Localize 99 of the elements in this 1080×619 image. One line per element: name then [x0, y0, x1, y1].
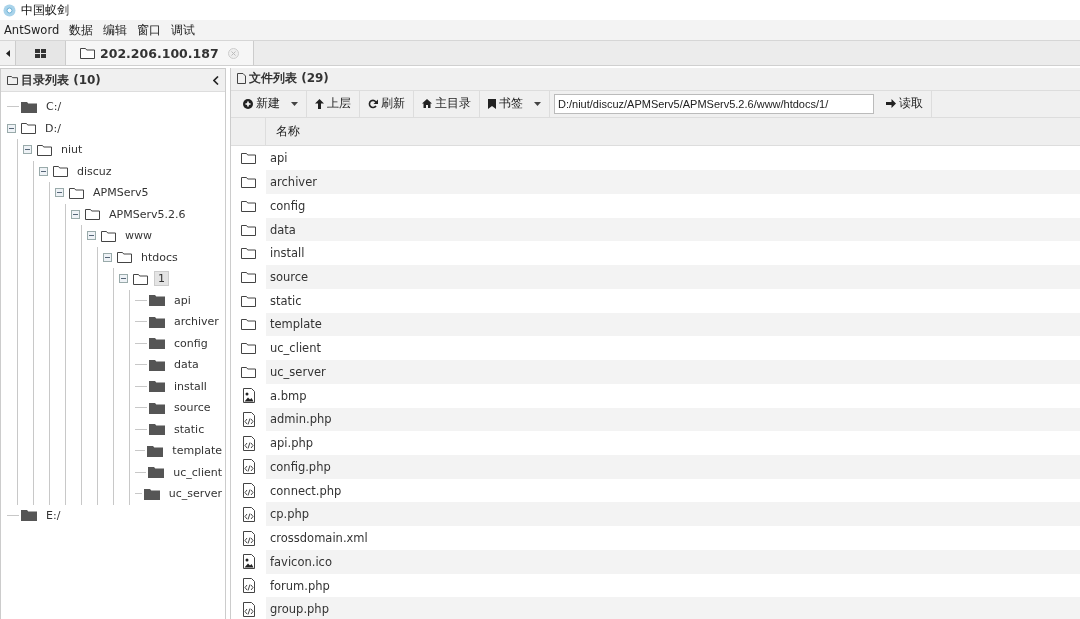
collapse-toggle-icon[interactable] — [39, 166, 48, 176]
file-name[interactable]: template — [270, 317, 322, 332]
file-name[interactable]: uc_client — [270, 341, 321, 356]
code-file-icon — [242, 435, 255, 451]
read-button[interactable]: 读取 — [878, 90, 932, 117]
bookmark-icon — [488, 98, 496, 109]
file-name[interactable]: api — [270, 151, 288, 166]
tree-item[interactable]: C:/ — [43, 100, 65, 114]
folder-icon — [241, 342, 256, 355]
file-name[interactable]: config.php — [270, 459, 331, 474]
tree-item[interactable]: niut — [58, 143, 86, 157]
file-name[interactable]: static — [270, 293, 302, 308]
image-file-icon — [242, 388, 255, 404]
file-name[interactable]: config — [270, 198, 306, 213]
tree-item[interactable]: discuz — [74, 164, 115, 178]
plus-circle-icon — [243, 98, 253, 109]
collapse-chevron-icon[interactable] — [213, 75, 219, 85]
shell-tab[interactable]: 202.206.100.187 — [66, 41, 254, 65]
scroll-left-button[interactable] — [0, 41, 16, 65]
tree-item[interactable]: E:/ — [43, 508, 64, 522]
folder-icon — [241, 152, 256, 165]
right-arrow-icon — [886, 99, 896, 109]
file-name[interactable]: api.php — [270, 436, 314, 451]
file-name[interactable]: archiver — [270, 175, 317, 190]
column-header[interactable]: 名称 — [266, 117, 300, 146]
tree-item[interactable]: source — [171, 401, 214, 415]
panel-title: 文件列表 (29) — [249, 70, 329, 88]
code-file-icon — [242, 506, 255, 522]
folder-icon — [241, 365, 256, 378]
menu-item[interactable]: 调试 — [171, 22, 196, 38]
file-name[interactable]: favicon.ico — [270, 554, 332, 569]
panel-title: 目录列表 (10) — [21, 71, 101, 89]
code-file-icon — [242, 411, 255, 427]
tree-item[interactable]: config — [171, 336, 211, 350]
tree-item[interactable]: 1 — [154, 271, 169, 287]
code-file-icon — [242, 483, 255, 499]
collapse-toggle-icon[interactable] — [23, 145, 32, 155]
toolbar-button[interactable]: 新建 — [235, 90, 307, 117]
file-name[interactable]: a.bmp — [270, 388, 307, 403]
file-name[interactable]: cp.php — [270, 507, 310, 522]
menu-item[interactable]: 窗口 — [137, 22, 162, 38]
code-file-icon — [242, 578, 255, 593]
collapse-toggle-icon[interactable] — [119, 274, 128, 284]
left-caret-icon — [5, 49, 10, 57]
menu-item[interactable]: AntSword — [4, 23, 60, 37]
file-name[interactable]: uc_server — [270, 364, 326, 379]
tree-item[interactable]: uc_client — [170, 465, 225, 479]
tree-item[interactable]: uc_server — [165, 487, 225, 501]
folder-icon — [80, 47, 95, 59]
tree-item[interactable]: static — [171, 422, 208, 436]
home-tab[interactable] — [16, 41, 66, 65]
code-file-icon — [242, 459, 255, 475]
file-name[interactable]: connect.php — [270, 483, 342, 498]
tree-item[interactable]: D:/ — [42, 121, 64, 135]
collapse-toggle-icon[interactable] — [71, 209, 80, 219]
collapse-toggle-icon[interactable] — [103, 252, 112, 262]
folder-icon — [241, 318, 256, 331]
tree-item[interactable]: archiver — [171, 315, 222, 329]
toolbar-button[interactable]: 刷新 — [360, 90, 414, 117]
folder-icon — [241, 294, 256, 307]
code-file-icon — [242, 530, 255, 546]
collapse-toggle-icon[interactable] — [87, 231, 96, 241]
toolbar-button[interactable]: 书签 — [480, 90, 550, 117]
up-arrow-icon — [315, 98, 324, 109]
tree-item[interactable]: data — [171, 358, 202, 372]
tree-item[interactable]: template — [169, 444, 225, 458]
collapse-toggle-icon[interactable] — [55, 188, 64, 198]
app-logo-icon — [3, 3, 16, 17]
file-name[interactable]: crossdomain.xml — [270, 531, 368, 546]
toolbar-button[interactable]: 上层 — [307, 90, 360, 117]
tree-item[interactable]: www — [122, 229, 155, 243]
file-name[interactable]: source — [270, 269, 309, 284]
tree-item[interactable]: APMServ5 — [90, 186, 152, 200]
file-name[interactable]: data — [270, 222, 296, 237]
path-field[interactable]: D:/niut/discuz/APMServ5/APMServ5.2.6/www/htdocs/1/ — [554, 93, 874, 114]
home-icon — [422, 99, 432, 109]
menu-item[interactable]: 数据 — [69, 22, 94, 38]
file-name[interactable]: admin.php — [270, 412, 332, 427]
file-name[interactable]: group.php — [270, 602, 329, 617]
file-name[interactable]: forum.php — [270, 578, 330, 593]
collapse-toggle-icon[interactable] — [7, 123, 16, 133]
file-name[interactable]: install — [270, 246, 305, 261]
folder-icon — [241, 270, 256, 283]
image-file-icon — [242, 554, 255, 570]
refresh-icon — [368, 98, 378, 109]
folder-icon — [241, 199, 256, 212]
grid-icon — [35, 48, 46, 58]
folder-icon — [241, 223, 256, 236]
tree-item[interactable]: install — [171, 379, 210, 393]
file-icon — [237, 73, 246, 85]
folder-icon — [241, 176, 256, 189]
tree-item[interactable]: htdocs — [138, 250, 181, 264]
folder-icon — [7, 75, 18, 85]
toolbar-button[interactable]: 主目录 — [414, 90, 480, 117]
window-title: 中国蚁剑 — [21, 2, 69, 18]
tree-item[interactable]: APMServ5.2.6 — [106, 207, 189, 221]
folder-icon — [241, 247, 256, 260]
tree-item[interactable]: api — [171, 293, 194, 307]
menu-item[interactable]: 编辑 — [103, 22, 128, 38]
